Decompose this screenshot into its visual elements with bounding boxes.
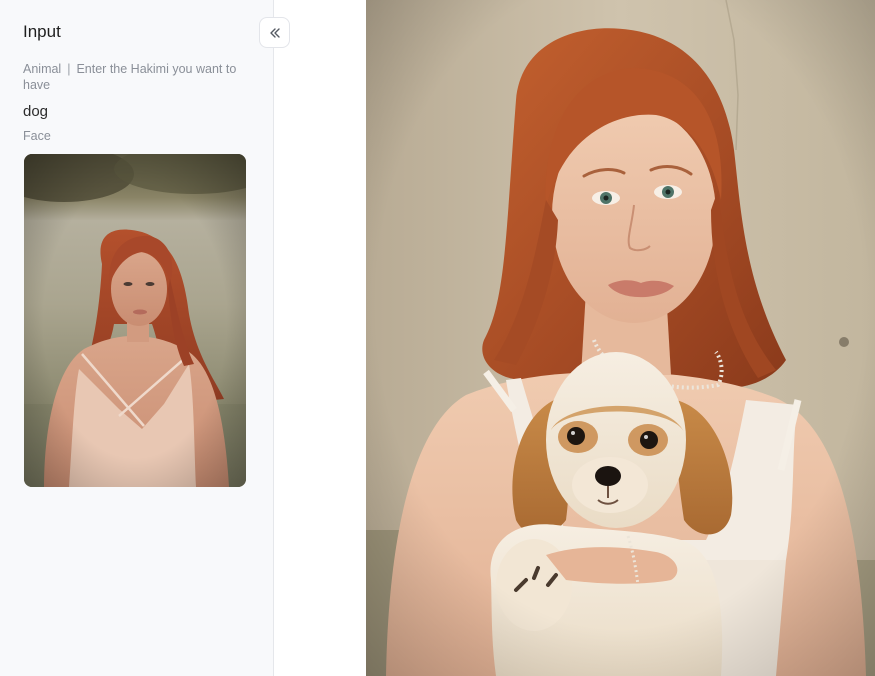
- generated-photo: [366, 0, 875, 676]
- collapse-panel-button[interactable]: [259, 17, 290, 48]
- animal-label: Animal: [23, 62, 62, 76]
- double-chevron-left-icon: [269, 27, 280, 38]
- face-field-label: Face: [23, 129, 51, 143]
- label-separator: |: [67, 62, 71, 76]
- app-window: Input Animal | Enter the Hakimi you want t…: [0, 0, 875, 676]
- animal-field-label: Animal | Enter the Hakimi you want to have: [23, 61, 243, 93]
- face-photo: [24, 154, 246, 487]
- animal-value[interactable]: dog: [23, 103, 48, 120]
- input-panel: Input Animal | Enter the Hakimi you want t…: [0, 0, 274, 676]
- panel-title: Input: [23, 22, 61, 41]
- output-image[interactable]: [366, 0, 875, 676]
- face-image-thumbnail[interactable]: [24, 154, 246, 487]
